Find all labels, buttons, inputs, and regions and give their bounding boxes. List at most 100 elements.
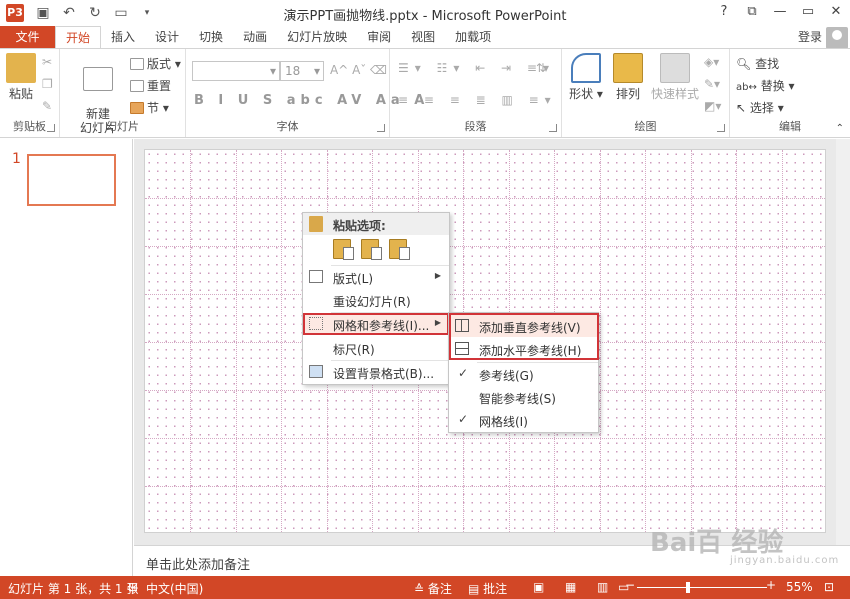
font-name-box[interactable]: ▾ (192, 61, 280, 81)
paragraph-launcher-icon[interactable] (549, 124, 557, 132)
minimize-button[interactable]: — (766, 0, 794, 24)
drawing-launcher-icon[interactable] (717, 124, 725, 132)
slide-sorter-icon[interactable]: ▦ (565, 580, 576, 594)
copy-icon[interactable]: ❐ (42, 77, 53, 91)
shape-outline-icon[interactable]: ✎▾ (704, 77, 720, 91)
paste-button[interactable]: 粘贴 (6, 53, 36, 102)
menu-item-gridlines[interactable]: ✓ 网格线(I) (449, 409, 598, 431)
ribbon: 粘贴 ✂ ❐ ✎ 剪贴板 新建 幻灯片 版式 ▾ 重置 节 ▾ 幻灯片 ▾ 18… (0, 48, 850, 138)
clear-format-icon[interactable]: ⌫ (370, 63, 387, 77)
language-status[interactable]: 中文(中国) (146, 580, 203, 597)
zoom-slider-handle[interactable] (686, 582, 690, 593)
shapes-icon (571, 53, 601, 83)
paste-picture-icon[interactable] (361, 239, 382, 260)
replace-icon: ab↔ (736, 82, 757, 93)
tab-addins[interactable]: 加载项 (445, 26, 501, 48)
paste-keep-source-icon[interactable] (333, 239, 354, 260)
menu-item-format-background[interactable]: 设置背景格式(B)... (303, 361, 449, 383)
select-icon: ↖ (736, 101, 747, 115)
gridline-vertical (599, 150, 601, 532)
font-size-box[interactable]: 18 ▾ (280, 61, 324, 81)
notes-button[interactable]: ≙ 备注 (414, 580, 452, 597)
zoom-out-icon[interactable]: − (625, 578, 635, 592)
checkmark-icon: ✓ (458, 412, 469, 426)
help-button[interactable]: ? (710, 0, 738, 24)
tab-view[interactable]: 视图 (401, 26, 445, 48)
spellcheck-icon[interactable]: ⊟ (128, 580, 138, 594)
menu-item-grid-guides[interactable]: 网格和参考线(I)... ▶ (303, 313, 449, 335)
arrange-button[interactable]: 排列 (610, 53, 646, 102)
tab-transitions[interactable]: 切换 (189, 26, 233, 48)
normal-view-icon[interactable]: ▣ (533, 580, 544, 594)
layout-button[interactable]: 版式 ▾ (130, 55, 181, 72)
gridline-vertical (281, 150, 283, 532)
font-group: ▾ 18 ▾ A^ Aˇ ⌫ B I U S abc AV Aa A 字体 (186, 49, 424, 137)
cut-icon[interactable]: ✂ (42, 55, 52, 69)
format-painter-icon[interactable]: ✎ (42, 99, 52, 113)
clipboard-launcher-icon[interactable] (47, 124, 55, 132)
fit-to-window-icon[interactable]: ⊡ (824, 580, 834, 594)
context-menu: 粘贴选项: 版式(L) ▶ 重设幻灯片(R) 网格和参考线(I)... ▶ 标尺… (302, 212, 450, 385)
grow-font-icon[interactable]: A^ Aˇ (330, 63, 366, 77)
quick-styles-icon (660, 53, 690, 83)
find-button[interactable]: 🔍︎ 查找 (736, 55, 779, 72)
shapes-button[interactable]: 形状 ▾ (568, 53, 604, 102)
section-icon (130, 102, 144, 114)
slide-number: 1 (12, 151, 21, 167)
menu-item-guides[interactable]: ✓ 参考线(G) (449, 363, 598, 385)
zoom-level[interactable]: 55% (786, 580, 813, 594)
slides-group-label: 幻灯片 (106, 120, 139, 133)
reset-button[interactable]: 重置 (130, 77, 171, 94)
slides-group: 新建 幻灯片 版式 ▾ 重置 节 ▾ 幻灯片 (60, 49, 186, 137)
zoom-in-icon[interactable]: + (766, 578, 776, 592)
select-button[interactable]: ↖ 选择 ▾ (736, 99, 784, 116)
paragraph-group-label: 段落 (464, 120, 487, 133)
menu-item-reset-slide[interactable]: 重设幻灯片(R) (303, 289, 449, 311)
gridline-horizontal (145, 438, 825, 439)
tab-insert[interactable]: 插入 (101, 26, 145, 48)
find-icon: 🔍︎ (736, 57, 752, 71)
menu-item-smart-guides[interactable]: 智能参考线(S) (449, 386, 598, 408)
shape-effects-icon[interactable]: ◩▾ (704, 99, 721, 113)
tab-design[interactable]: 设计 (145, 26, 189, 48)
tab-slideshow[interactable]: 幻灯片放映 (277, 26, 357, 48)
gridline-vertical (190, 150, 192, 532)
paste-icon (6, 53, 36, 83)
layout-icon (309, 270, 323, 283)
tab-review[interactable]: 审阅 (357, 26, 401, 48)
close-button[interactable]: ✕ (822, 0, 850, 24)
avatar[interactable] (826, 27, 848, 49)
collapse-ribbon-icon[interactable]: ⌃ (836, 123, 844, 134)
comments-button[interactable]: ▤ 批注 (468, 580, 507, 597)
gridline-horizontal (145, 246, 825, 247)
slide-count-status: 幻灯片 第 1 张，共 1 张 (8, 582, 139, 596)
quick-styles-button[interactable]: 快速样式 (650, 53, 700, 102)
menu-item-layout[interactable]: 版式(L) ▶ (303, 266, 449, 288)
vertical-scrollbar[interactable] (836, 139, 850, 545)
editing-group-label: 编辑 (779, 120, 801, 133)
font-launcher-icon[interactable] (377, 124, 385, 132)
maximize-button[interactable]: ▭ (794, 0, 822, 24)
text-direction-icon[interactable]: ⇅ (536, 61, 546, 75)
replace-button[interactable]: ab↔ 替换 ▾ (736, 77, 795, 94)
reading-view-icon[interactable]: ▥ (597, 580, 608, 594)
align-buttons[interactable]: ≡ ≡ ≡ ≣ ▥ ≡▾ (398, 93, 557, 107)
zoom-slider[interactable] (637, 587, 767, 588)
menu-item-ruler[interactable]: 标尺(R) (303, 337, 449, 359)
shape-fill-icon[interactable]: ◈▾ (704, 55, 719, 69)
gridline-vertical (781, 150, 783, 532)
tab-home[interactable]: 开始 (55, 26, 102, 49)
ribbon-display-button[interactable]: ⧉ (738, 0, 766, 24)
paste-options-icon (309, 216, 323, 232)
login-link[interactable]: 登录 (798, 28, 822, 45)
slide-thumbnail[interactable] (27, 154, 116, 206)
section-button[interactable]: 节 ▾ (130, 99, 169, 116)
arrange-icon (613, 53, 643, 83)
tab-file[interactable]: 文件 (0, 26, 55, 48)
paste-text-only-icon[interactable] (389, 239, 410, 260)
tab-animations[interactable]: 动画 (233, 26, 277, 48)
status-bar: 幻灯片 第 1 张，共 1 张 ⊟ 中文(中国) ≙ 备注 ▤ 批注 ▣ ▦ ▥… (0, 576, 850, 599)
gridline-vertical (235, 150, 237, 532)
list-buttons[interactable]: ☰▾ ☷▾ ⇤ ⇥ ≡▾ (398, 61, 555, 75)
paragraph-group: ☰▾ ☷▾ ⇤ ⇥ ≡▾ ≡ ≡ ≡ ≣ ▥ ≡▾ ⇅ 段落 (390, 49, 562, 137)
